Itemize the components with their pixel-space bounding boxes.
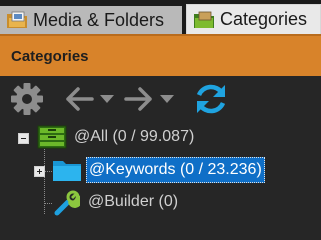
toolbar	[0, 76, 321, 122]
tab-label: Categories	[220, 9, 308, 29]
tree-item-label: @All (0 / 99.087)	[74, 128, 195, 145]
back-button[interactable]	[62, 82, 120, 116]
wrench-icon	[54, 190, 80, 216]
tree-item-all[interactable]: @All (0 / 99.087)	[0, 124, 321, 152]
arrow-right-icon	[124, 87, 174, 111]
expand-toggle[interactable]	[34, 166, 45, 177]
folder-images-icon	[7, 11, 27, 28]
tab-strip: Media & Folders Categories	[0, 0, 321, 34]
collapse-toggle[interactable]	[18, 133, 29, 144]
folder-icon	[53, 161, 81, 181]
panel-title: Categories	[0, 34, 321, 76]
tab-categories[interactable]: Categories	[186, 4, 321, 34]
refresh-button[interactable]	[192, 82, 230, 116]
refresh-icon	[196, 84, 226, 114]
database-icon	[37, 125, 67, 149]
forward-button[interactable]	[122, 82, 180, 116]
category-tree: @All (0 / 99.087) @Keywords (0 / 23.236)…	[0, 124, 321, 218]
tree-item-keywords[interactable]: @Keywords (0 / 23.236)	[0, 156, 321, 184]
green-folder-icon	[194, 11, 214, 28]
gear-icon	[11, 83, 43, 115]
settings-button[interactable]	[10, 82, 44, 116]
tab-media-folders[interactable]: Media & Folders	[0, 6, 182, 34]
tree-item-label: @Keywords (0 / 23.236)	[86, 157, 265, 183]
tree-item-label: @Builder (0)	[88, 193, 179, 210]
tree-item-builder[interactable]: @Builder (0)	[0, 188, 321, 216]
arrow-left-icon	[66, 87, 114, 111]
dropdown-arrow	[100, 95, 114, 103]
tab-label: Media & Folders	[33, 9, 165, 30]
